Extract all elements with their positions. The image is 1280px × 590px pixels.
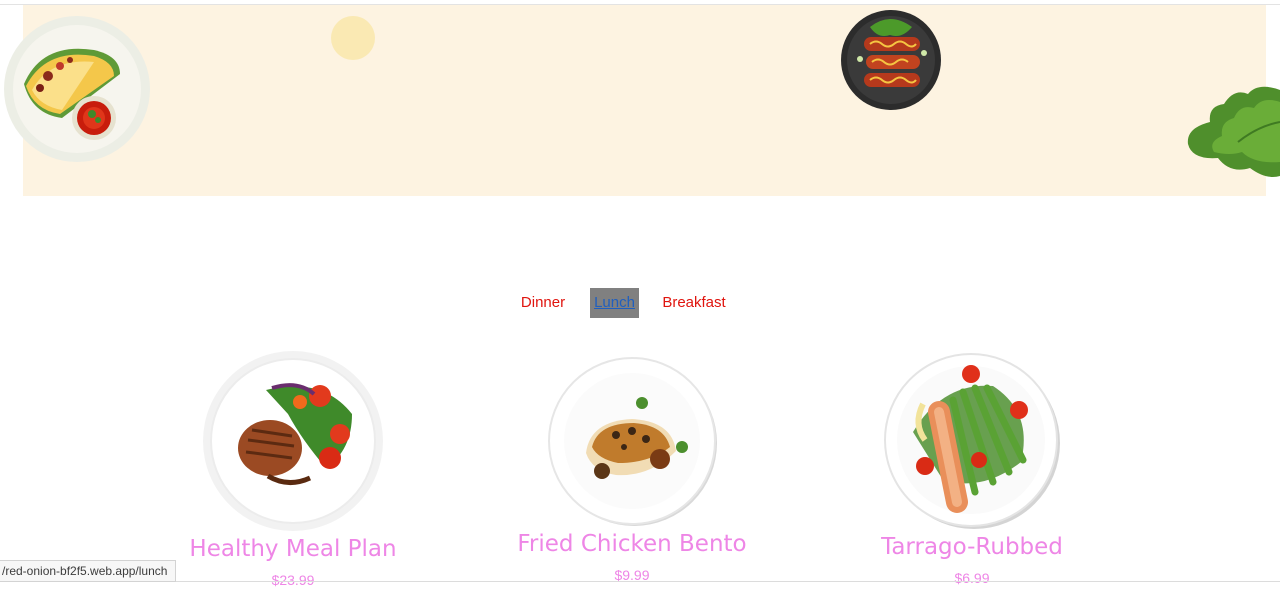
status-bar-url: /red-onion-bf2f5.web.app/lunch	[0, 560, 177, 582]
item-price: $6.99	[954, 570, 990, 586]
sausage-plate-icon	[841, 10, 941, 110]
item-title: Healthy Meal Plan	[189, 536, 397, 562]
item-title: Fried Chicken Bento	[517, 531, 747, 557]
item-price: $23.99	[271, 572, 315, 588]
food-card[interactable]: Tarrago-Rubbed $6.99	[822, 350, 1122, 586]
menu-tabs: Dinner Lunch Breakfast	[0, 288, 1280, 318]
page: Dinner Lunch Breakfast Healthy Meal Plan…	[0, 0, 1280, 590]
bottom-divider	[0, 581, 1280, 582]
food-image[interactable]	[546, 355, 718, 527]
taco-plate-icon	[4, 16, 150, 162]
lettuce-leaf-icon	[1187, 86, 1280, 177]
food-card[interactable]: Healthy Meal Plan $23.99	[143, 350, 443, 588]
tab-lunch[interactable]: Lunch	[590, 288, 639, 318]
food-card[interactable]: Fried Chicken Bento $9.99	[482, 350, 782, 583]
tab-dinner[interactable]: Dinner	[513, 288, 573, 318]
item-title: Tarrago-Rubbed	[881, 534, 1063, 560]
hero-banner	[23, 5, 1266, 196]
lemon-slice-icon	[331, 16, 375, 60]
food-image[interactable]	[883, 352, 1061, 530]
food-image[interactable]	[202, 350, 384, 532]
tab-breakfast[interactable]: Breakfast	[656, 288, 732, 318]
